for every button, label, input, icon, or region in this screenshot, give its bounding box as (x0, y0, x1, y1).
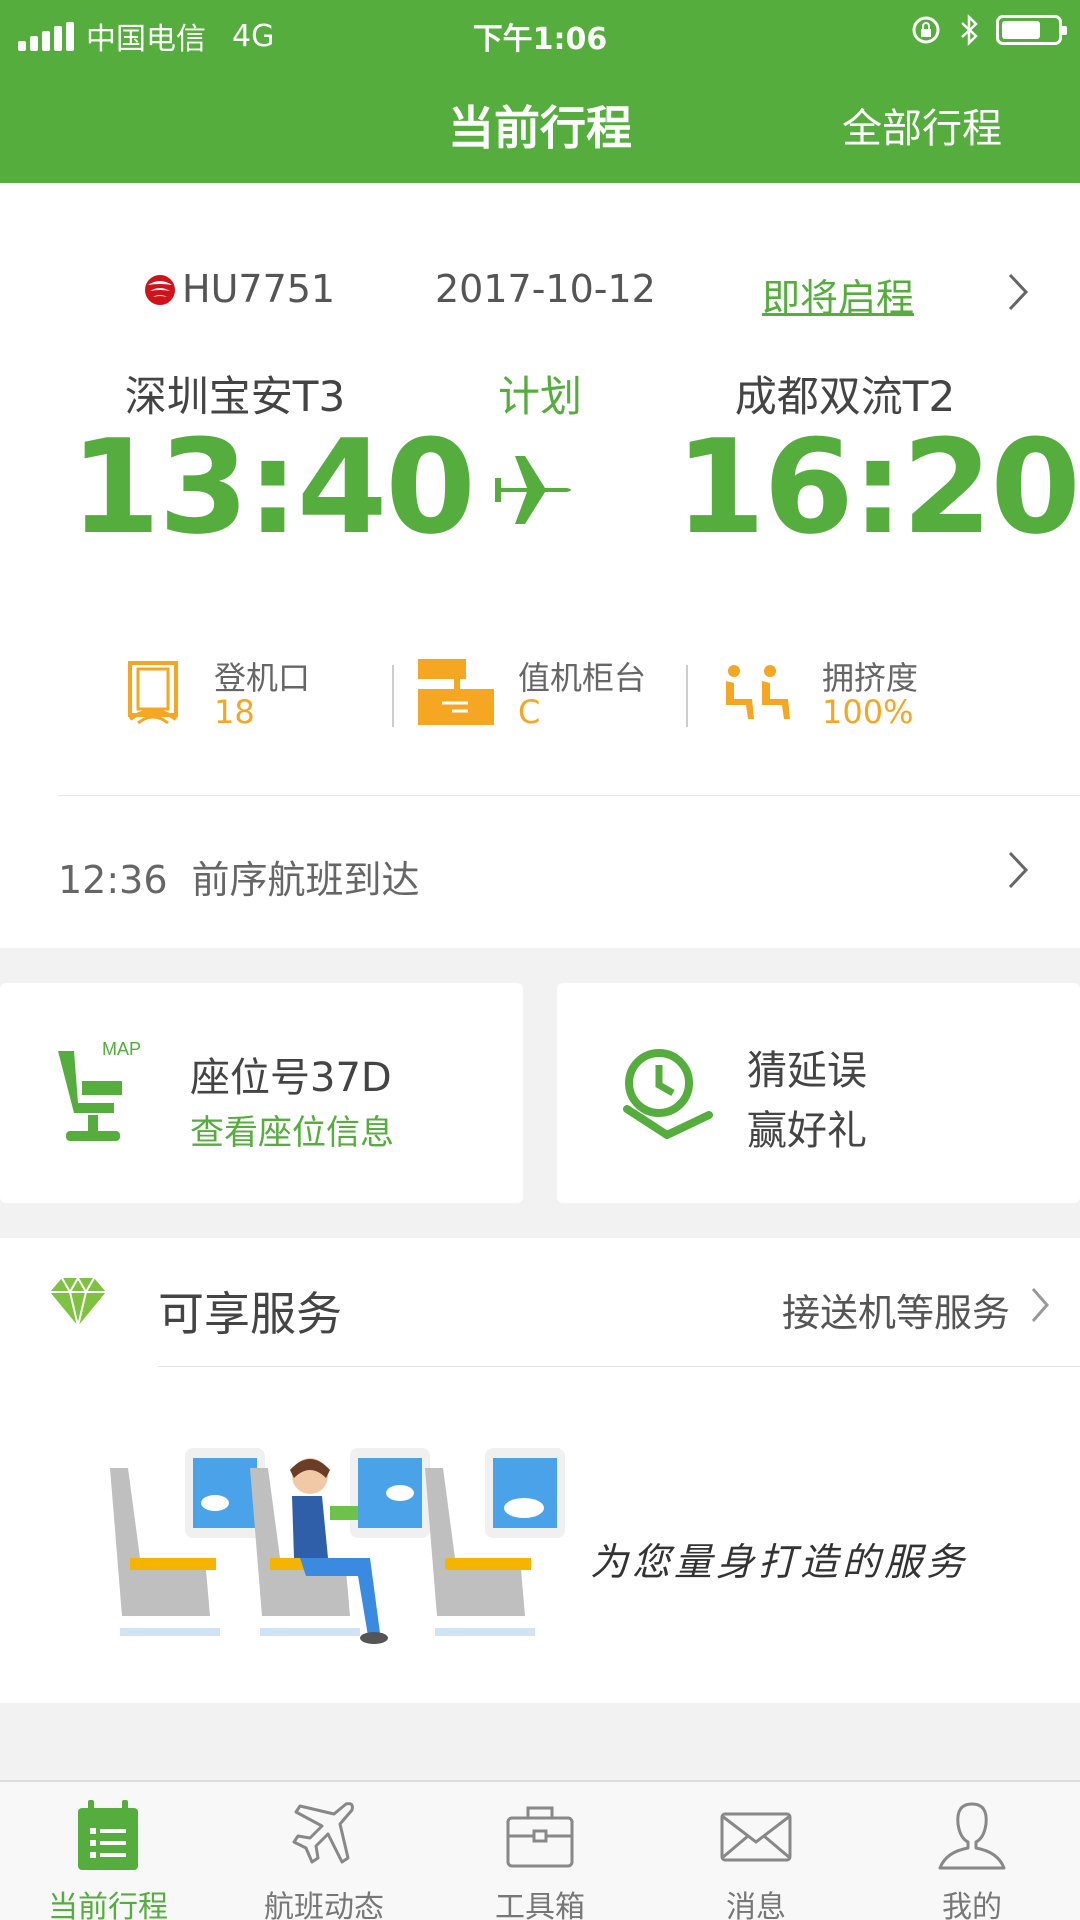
map-tag: MAP (102, 1041, 141, 1059)
flight-info-row: 登机口 18 值机柜台 C 拥挤度 100% (0, 653, 1080, 733)
gate-icon (128, 661, 178, 725)
flight-summary-row[interactable]: HU7751 2017-10-12 即将启程 (0, 265, 1080, 320)
guess-delay-card[interactable]: 猜延误 赢好礼 (557, 983, 1080, 1203)
airline-logo-icon (145, 275, 175, 305)
calendar-list-icon (78, 1800, 138, 1870)
delay-clock-icon (623, 1049, 713, 1139)
flight-date: 2017-10-12 (435, 267, 656, 311)
tab-bar: 当前行程 航班动态 工具箱 消息 我的 (0, 1780, 1080, 1920)
divider (392, 665, 394, 727)
tab-label: 航班动态 (264, 1890, 384, 1920)
tab-label: 我的 (942, 1890, 1002, 1920)
envelope-icon (720, 1812, 792, 1862)
user-icon (938, 1802, 1006, 1870)
previous-flight-time: 12:36 (58, 858, 168, 902)
crowd-value: 100% (822, 693, 914, 731)
battery-icon (996, 15, 1067, 45)
previous-flight-text: 前序航班到达 (191, 858, 420, 902)
divider (158, 1366, 1080, 1367)
crowd-info: 拥挤度 100% (722, 653, 982, 733)
services-title: 可享服务 (158, 1287, 342, 1341)
divider (686, 665, 688, 727)
tab-label: 消息 (726, 1890, 786, 1920)
previous-flight-row[interactable]: 12:36 前序航班到达 (58, 849, 420, 904)
toolbox-icon (506, 1806, 574, 1868)
flight-card[interactable]: HU7751 2017-10-12 即将启程 深圳宝安T3 计划 成都双流T2 … (0, 183, 1080, 948)
gate-value: 18 (214, 693, 255, 731)
all-trips-button[interactable]: 全部行程 (842, 96, 1002, 154)
services-section: 可享服务 接送机等服务 为您量身打造的服务 (0, 1238, 1080, 1703)
seat-number: 座位号37D (190, 1055, 392, 1101)
divider (58, 795, 1080, 796)
seat-map-icon: MAP (58, 1041, 141, 1141)
tab-label: 工具箱 (495, 1890, 585, 1920)
chevron-right-icon[interactable] (1030, 1286, 1050, 1324)
rotation-lock-icon (912, 16, 940, 44)
services-more-link[interactable]: 接送机等服务 (782, 1282, 1010, 1337)
tab-flight-status[interactable]: 航班动态 (216, 1782, 432, 1920)
cabin-illustration (110, 1448, 565, 1644)
bluetooth-icon (961, 14, 978, 46)
tab-toolbox[interactable]: 工具箱 (432, 1782, 648, 1920)
flight-number: HU7751 (182, 267, 336, 311)
tab-messages[interactable]: 消息 (648, 1782, 864, 1920)
departure-time: 13:40 (70, 411, 476, 563)
seat-card[interactable]: MAP 座位号37D 查看座位信息 (0, 983, 523, 1203)
app-header: 中国电信 4G 下午1:06 当前行程 全部行程 (0, 0, 1080, 183)
checkin-info: 值机柜台 C (418, 653, 678, 733)
delay-line-1: 猜延误 (747, 1048, 867, 1094)
gate-info: 登机口 18 (126, 653, 366, 733)
chevron-right-icon[interactable] (1006, 271, 1030, 313)
arrival-time: 16:20 (675, 411, 1080, 563)
airplane-icon (495, 456, 571, 524)
view-seat-info-link[interactable]: 查看座位信息 (190, 1105, 394, 1154)
crowd-seats-icon (726, 665, 790, 719)
chevron-right-icon[interactable] (1006, 849, 1030, 891)
status-bar: 中国电信 4G 下午1:06 (0, 6, 1080, 57)
tab-current-trip[interactable]: 当前行程 (0, 1782, 216, 1920)
tab-profile[interactable]: 我的 (864, 1782, 1080, 1920)
airplane-icon (292, 1802, 354, 1864)
checkin-counter-icon (418, 659, 494, 725)
checkin-value: C (518, 693, 541, 731)
flight-status-link[interactable]: 即将启程 (762, 267, 914, 322)
diamond-icon (50, 1276, 106, 1327)
delay-line-2: 赢好礼 (747, 1108, 867, 1154)
tab-label: 当前行程 (48, 1890, 168, 1920)
services-slogan: 为您量身打造的服务 (590, 1540, 969, 1584)
